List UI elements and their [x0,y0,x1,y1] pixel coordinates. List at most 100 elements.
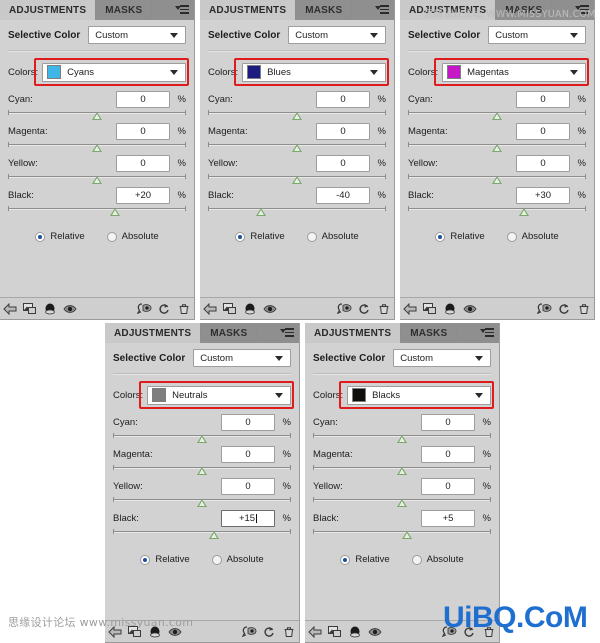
slider-thumb-magenta[interactable] [292,144,302,152]
slider-track-magenta[interactable] [408,142,586,153]
slider-thumb-magenta[interactable] [92,144,102,152]
toggle-visibility-icon[interactable] [165,623,185,640]
panel-menu-icon[interactable] [575,5,589,16]
slider-thumb-cyan[interactable] [397,435,407,443]
delete-icon[interactable] [174,300,194,317]
slider-track-magenta[interactable] [313,465,491,476]
slider-thumb-black[interactable] [402,531,413,539]
slider-value-input-cyan[interactable]: 0 [421,413,475,431]
slider-value-input-black[interactable]: -40 [316,186,370,204]
radio-absolute[interactable]: Absolute [411,554,464,565]
slider-thumb-cyan[interactable] [292,112,302,120]
slider-value-input-magenta[interactable]: 0 [316,122,370,140]
preset-dropdown[interactable]: Custom [488,26,586,44]
tab-adjustments[interactable]: ADJUSTMENTS [105,323,202,343]
preset-dropdown[interactable]: Custom [288,26,386,44]
colors-dropdown[interactable]: Blacks [347,385,491,405]
slider-thumb-yellow[interactable] [292,176,302,184]
slider-thumb-magenta[interactable] [197,467,207,475]
radio-dot-absolute[interactable] [211,554,222,565]
slider-thumb-magenta[interactable] [397,467,407,475]
slider-value-input-yellow[interactable]: 0 [421,477,475,495]
slider-track-yellow[interactable] [408,174,586,185]
slider-thumb-black[interactable] [109,208,120,216]
adjustment-layer-icon[interactable] [240,300,260,317]
panel-menu-icon[interactable] [480,328,494,339]
slider-track-magenta[interactable] [8,142,186,153]
adjustment-layer-icon[interactable] [145,623,165,640]
slider-track-black[interactable] [408,206,586,217]
preset-dropdown[interactable]: Custom [193,349,291,367]
delete-icon[interactable] [279,623,299,640]
toggle-visibility-icon[interactable] [365,623,385,640]
slider-track-cyan[interactable] [408,110,586,121]
slider-value-input-cyan[interactable]: 0 [516,90,570,108]
slider-thumb-cyan[interactable] [197,435,207,443]
panel-menu-icon[interactable] [280,328,294,339]
slider-thumb-cyan[interactable] [92,112,102,120]
clip-to-layer-icon[interactable] [20,300,40,317]
reset-icon[interactable] [459,623,479,640]
radio-dot-absolute[interactable] [106,231,117,242]
slider-track-yellow[interactable] [8,174,186,185]
slider-value-input-magenta[interactable]: 0 [221,445,275,463]
colors-dropdown[interactable]: Magentas [442,62,586,82]
reset-icon[interactable] [154,300,174,317]
radio-relative[interactable]: Relative [235,231,285,242]
clip-to-layer-icon[interactable] [220,300,240,317]
slider-value-input-black[interactable]: +15 [221,509,275,527]
preview-icon[interactable] [439,623,459,640]
radio-absolute[interactable]: Absolute [106,231,159,242]
slider-track-black[interactable] [8,206,186,217]
toggle-visibility-icon[interactable] [260,300,280,317]
back-arrow-icon[interactable] [0,300,20,317]
slider-track-yellow[interactable] [113,497,291,508]
slider-value-input-black[interactable]: +20 [116,186,170,204]
slider-track-cyan[interactable] [113,433,291,444]
adjustment-layer-icon[interactable] [40,300,60,317]
clip-to-layer-icon[interactable] [420,300,440,317]
slider-thumb-yellow[interactable] [92,176,102,184]
preview-icon[interactable] [134,300,154,317]
slider-track-yellow[interactable] [313,497,491,508]
back-arrow-icon[interactable] [200,300,220,317]
slider-track-magenta[interactable] [113,465,291,476]
reset-icon[interactable] [354,300,374,317]
slider-thumb-magenta[interactable] [492,144,502,152]
slider-track-cyan[interactable] [313,433,491,444]
tab-masks[interactable]: MASKS [201,323,258,343]
radio-relative[interactable]: Relative [435,231,485,242]
slider-value-input-cyan[interactable]: 0 [316,90,370,108]
colors-dropdown[interactable]: Cyans [42,62,186,82]
back-arrow-icon[interactable] [400,300,420,317]
tab-adjustments[interactable]: ADJUSTMENTS [305,323,402,343]
preset-dropdown[interactable]: Custom [88,26,186,44]
colors-dropdown[interactable]: Neutrals [147,385,291,405]
radio-dot-absolute[interactable] [506,231,517,242]
slider-value-input-magenta[interactable]: 0 [421,445,475,463]
tab-masks[interactable]: MASKS [401,323,458,343]
colors-dropdown[interactable]: Blues [242,62,386,82]
radio-dot-absolute[interactable] [411,554,422,565]
tab-masks[interactable]: MASKS [496,0,553,20]
slider-thumb-black[interactable] [518,208,529,216]
radio-dot-relative[interactable] [35,231,46,242]
radio-relative[interactable]: Relative [340,554,390,565]
radio-relative[interactable]: Relative [140,554,190,565]
reset-icon[interactable] [554,300,574,317]
tab-masks[interactable]: MASKS [296,0,353,20]
slider-thumb-black[interactable] [256,208,267,216]
radio-dot-relative[interactable] [340,554,351,565]
slider-value-input-yellow[interactable]: 0 [516,154,570,172]
slider-track-magenta[interactable] [208,142,386,153]
radio-dot-relative[interactable] [140,554,151,565]
slider-track-black[interactable] [313,529,491,540]
radio-absolute[interactable]: Absolute [506,231,559,242]
slider-track-cyan[interactable] [8,110,186,121]
slider-track-black[interactable] [208,206,386,217]
toggle-visibility-icon[interactable] [460,300,480,317]
slider-value-input-cyan[interactable]: 0 [116,90,170,108]
preview-icon[interactable] [534,300,554,317]
preview-icon[interactable] [239,623,259,640]
radio-relative[interactable]: Relative [35,231,85,242]
